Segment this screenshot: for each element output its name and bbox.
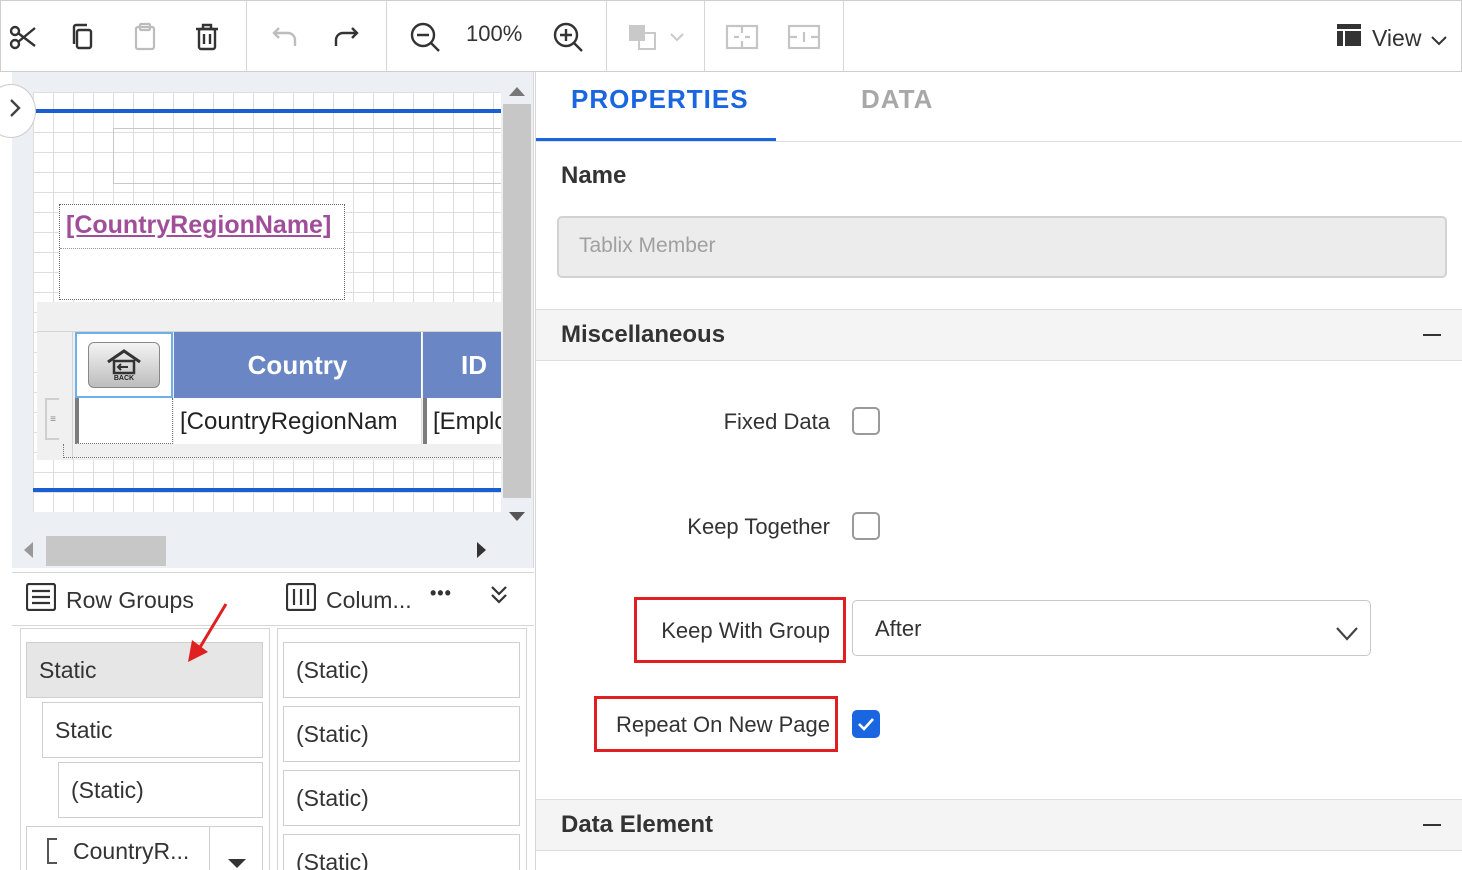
grouping-panel-header: Row Groups Colum... ••• (12, 572, 534, 626)
keep-with-group-select[interactable]: After (852, 600, 1371, 656)
fixed-data-label: Fixed Data (723, 409, 830, 434)
keep-with-group-label: Keep With Group (661, 618, 830, 643)
shape-style-icon[interactable] (625, 15, 687, 59)
scroll-up-icon[interactable] (508, 84, 526, 102)
view-layout-icon (1336, 23, 1362, 53)
country-textbox[interactable]: [CountryRegionName] (59, 204, 345, 300)
row-group-item-static-child[interactable]: Static (42, 702, 263, 758)
name-field[interactable]: Tablix Member (557, 216, 1447, 278)
home-icon (107, 348, 141, 374)
back-button-image: BACK (88, 342, 160, 388)
row-groups-icon (25, 582, 57, 617)
copy-icon[interactable] (63, 15, 103, 59)
data-cell-image[interactable] (75, 398, 173, 444)
zoom-out-icon[interactable] (405, 15, 445, 59)
page-header-boundary (33, 109, 501, 113)
row-group-bracket: ≡ (45, 398, 59, 440)
dropdown-arrow-icon[interactable] (227, 849, 247, 870)
zoom-in-icon[interactable] (548, 15, 588, 59)
chevron-down-icon (1431, 25, 1448, 52)
collapse-minus-icon[interactable] (1423, 334, 1441, 336)
fixed-data-checkbox[interactable] (852, 407, 880, 435)
image-cell[interactable]: BACK (75, 332, 173, 398)
chevron-right-icon (9, 98, 21, 124)
undo-icon[interactable] (265, 15, 305, 59)
design-surface[interactable]: [CountryRegionName] BACK Country ID ≡ [C… (12, 72, 534, 568)
more-options-icon[interactable]: ••• (430, 583, 452, 604)
repeat-on-new-page-checkbox[interactable] (852, 710, 880, 738)
tablix[interactable]: BACK Country ID ≡ [CountryRegionNam [Emp… (37, 302, 501, 460)
column-groups-tab[interactable]: Colum... (285, 582, 412, 617)
column-groups-icon (285, 582, 317, 617)
page-footer-boundary (33, 488, 501, 492)
column-group-item-4[interactable]: (Static) (283, 834, 520, 870)
header-item[interactable] (113, 128, 501, 184)
row-group-item-static-leaf[interactable]: (Static) (58, 762, 263, 818)
row-groups-label: Row Groups (66, 586, 194, 613)
header-cell-id[interactable]: ID (423, 332, 501, 398)
properties-panel: PROPERTIES DATA Name Tablix Member Misce… (535, 72, 1462, 870)
repeat-on-new-page-label: Repeat On New Page (615, 712, 830, 737)
row-group-item-country[interactable]: CountryR... (26, 826, 263, 870)
table-footer-region (63, 444, 501, 458)
horizontal-scroll-thumb[interactable] (46, 536, 166, 566)
country-textbox-text: [CountryRegionName] (60, 205, 344, 249)
section-misc-title: Miscellaneous (561, 321, 726, 348)
redo-icon[interactable] (326, 15, 366, 59)
data-cell-id[interactable]: [Emplo (423, 398, 501, 444)
split-cell-icon[interactable] (722, 15, 762, 59)
delete-icon[interactable] (187, 15, 227, 59)
report-page[interactable]: [CountryRegionName] BACK Country ID ≡ [C… (33, 92, 501, 512)
cut-icon[interactable] (3, 15, 43, 59)
vertical-scroll-thumb[interactable] (503, 104, 531, 498)
toolbar: 100% View (0, 0, 1462, 72)
group-bracket-icon (47, 838, 57, 864)
section-data-element-title: Data Element (561, 811, 714, 838)
column-group-item-3[interactable]: (Static) (283, 770, 520, 826)
column-group-item-1[interactable]: (Static) (283, 642, 520, 698)
column-group-item-2[interactable]: (Static) (283, 706, 520, 762)
scroll-left-icon[interactable] (22, 541, 34, 564)
tab-data[interactable]: DATA (861, 84, 933, 115)
scroll-right-icon[interactable] (476, 541, 488, 564)
scroll-down-icon[interactable] (508, 510, 526, 528)
keep-with-group-value: After (875, 616, 922, 641)
data-cell-country[interactable]: [CountryRegionNam (174, 398, 422, 444)
row-group-country-label: CountryR... (73, 837, 190, 864)
collapse-down-icon[interactable] (490, 585, 508, 610)
view-label: View (1372, 24, 1422, 51)
column-groups-label: Colum... (326, 586, 412, 613)
collapse-minus-icon[interactable] (1423, 824, 1441, 826)
keep-together-checkbox[interactable] (852, 512, 880, 540)
annotation-arrow-icon (184, 600, 234, 669)
zoom-level[interactable]: 100% (466, 21, 522, 47)
chevron-down-icon (1336, 621, 1358, 647)
tab-properties[interactable]: PROPERTIES (571, 84, 749, 115)
row-groups-tab[interactable]: Row Groups (25, 582, 194, 617)
header-cell-country[interactable]: Country (174, 332, 422, 398)
merge-cell-icon[interactable] (784, 15, 824, 59)
checkmark-icon (858, 718, 874, 731)
column-handle-bar[interactable] (37, 302, 501, 332)
name-label: Name (561, 162, 627, 189)
section-miscellaneous[interactable]: Miscellaneous (536, 309, 1462, 361)
paste-icon[interactable] (125, 15, 165, 59)
section-data-element[interactable]: Data Element (536, 799, 1462, 851)
row-handle-bar[interactable] (37, 332, 73, 460)
keep-together-label: Keep Together (687, 514, 830, 539)
view-button[interactable]: View (1336, 23, 1448, 53)
